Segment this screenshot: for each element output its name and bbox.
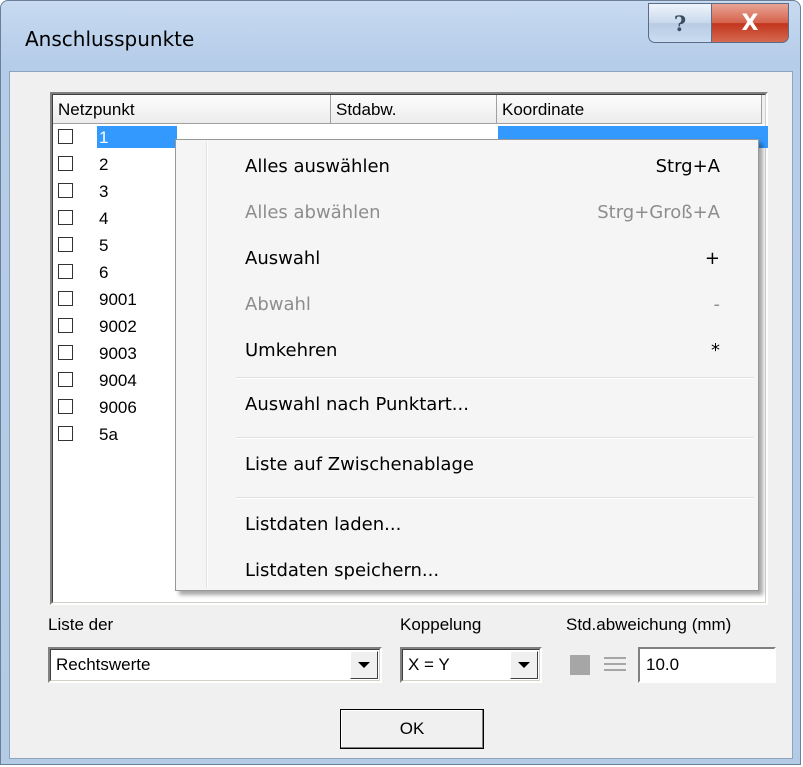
context-menu: Alles auswählen Strg+A Alles abwählen Strg+… xyxy=(175,139,759,591)
menu-item-7[interactable]: Listdaten laden... xyxy=(178,502,756,548)
row-netzpunkt: 3 xyxy=(99,182,109,201)
equals-icon xyxy=(604,657,626,671)
row-checkbox[interactable] xyxy=(58,345,73,360)
menu-item-shortcut: * xyxy=(711,340,720,361)
square-icon xyxy=(570,655,590,675)
menu-item-2[interactable]: Auswahl + xyxy=(178,236,756,282)
column-header-stdabw[interactable]: Stdabw. xyxy=(331,95,497,124)
std-abweichung-input[interactable]: 10.0 xyxy=(638,647,776,683)
dialog-window: Anschlusspunkte ? X Netzpunkt Stdabw. Ko… xyxy=(0,0,801,765)
menu-item-shortcut: Strg+A xyxy=(655,156,720,177)
chevron-down-icon xyxy=(518,662,530,668)
koppelung-dropdown-arrow[interactable] xyxy=(510,651,538,679)
row-netzpunkt: 9002 xyxy=(99,317,137,336)
std-abweichung-value: 10.0 xyxy=(646,655,680,674)
liste-dropdown[interactable]: Rechtswerte xyxy=(48,647,382,683)
row-checkbox[interactable] xyxy=(58,129,73,144)
row-checkbox[interactable] xyxy=(58,399,73,414)
row-checkbox[interactable] xyxy=(58,210,73,225)
menu-item-label: Alles auswählen xyxy=(245,156,390,177)
std-abweichung-label: Std.abweichung (mm) xyxy=(566,615,732,634)
column-header-koordinate[interactable]: Koordinate xyxy=(497,95,762,124)
menu-item-6[interactable]: Liste auf Zwischenablage xyxy=(178,442,756,488)
menu-item-label: Abwahl xyxy=(245,294,311,315)
row-netzpunkt: 9006 xyxy=(99,398,137,417)
menu-item-label: Alles abwählen xyxy=(245,202,381,223)
menu-separator xyxy=(236,377,754,379)
row-netzpunkt: 4 xyxy=(99,209,109,228)
row-selection-highlight xyxy=(97,126,177,148)
menu-item-4[interactable]: Umkehren * xyxy=(178,328,756,374)
row-checkbox[interactable] xyxy=(58,156,73,171)
row-checkbox[interactable] xyxy=(58,183,73,198)
menu-item-shortcut: - xyxy=(713,294,721,315)
row-checkbox[interactable] xyxy=(58,291,73,306)
row-checkbox[interactable] xyxy=(58,318,73,333)
menu-item-label: Umkehren xyxy=(245,340,338,361)
chevron-down-icon xyxy=(358,662,370,668)
menu-item-8[interactable]: Listdaten speichern... xyxy=(178,548,756,594)
row-checkbox[interactable] xyxy=(58,426,73,441)
koppelung-dropdown[interactable]: X = Y xyxy=(400,647,542,683)
koppelung-label: Koppelung xyxy=(400,615,482,634)
menu-item-label: Listdaten laden... xyxy=(245,514,402,535)
liste-label: Liste der xyxy=(48,615,114,634)
menu-item-label: Auswahl nach Punktart... xyxy=(245,394,469,415)
row-netzpunkt: 2 xyxy=(99,155,109,174)
menu-item-label: Auswahl xyxy=(245,248,321,269)
menu-item-0[interactable]: Alles auswählen Strg+A xyxy=(178,144,756,190)
row-netzpunkt: 9003 xyxy=(99,344,137,363)
koppelung-dropdown-value: X = Y xyxy=(408,655,450,674)
menu-item-label: Listdaten speichern... xyxy=(245,560,440,581)
close-icon: X xyxy=(741,10,759,36)
help-button[interactable]: ? xyxy=(648,3,712,43)
menu-item-label: Liste auf Zwischenablage xyxy=(245,454,474,475)
row-netzpunkt: 5a xyxy=(99,425,118,444)
liste-dropdown-arrow[interactable] xyxy=(350,651,378,679)
row-netzpunkt: 6 xyxy=(99,263,109,282)
menu-item-5[interactable]: Auswahl nach Punktart... xyxy=(178,382,756,428)
window-title: Anschlusspunkte xyxy=(25,27,195,51)
ok-button[interactable]: OK xyxy=(340,709,484,749)
liste-dropdown-value: Rechtswerte xyxy=(56,655,151,674)
menu-separator xyxy=(236,497,754,499)
row-netzpunkt: 9004 xyxy=(99,371,137,390)
row-checkbox[interactable] xyxy=(58,264,73,279)
column-header-netzpunkt[interactable]: Netzpunkt xyxy=(53,95,331,124)
help-icon: ? xyxy=(673,10,687,36)
row-checkbox[interactable] xyxy=(58,237,73,252)
menu-item-3[interactable]: Abwahl - xyxy=(178,282,756,328)
menu-separator xyxy=(236,437,754,439)
row-checkbox[interactable] xyxy=(58,372,73,387)
menu-item-shortcut: Strg+Groß+A xyxy=(597,202,720,223)
close-button[interactable]: X xyxy=(711,3,789,43)
title-bar[interactable]: Anschlusspunkte ? X xyxy=(1,1,800,77)
menu-item-1[interactable]: Alles abwählen Strg+Groß+A xyxy=(178,190,756,236)
row-netzpunkt: 5 xyxy=(99,236,109,255)
list-header: Netzpunkt Stdabw. Koordinate xyxy=(53,95,765,124)
row-netzpunkt: 9001 xyxy=(99,290,137,309)
row-netzpunkt: 1 xyxy=(99,128,109,147)
menu-item-shortcut: + xyxy=(704,248,720,269)
